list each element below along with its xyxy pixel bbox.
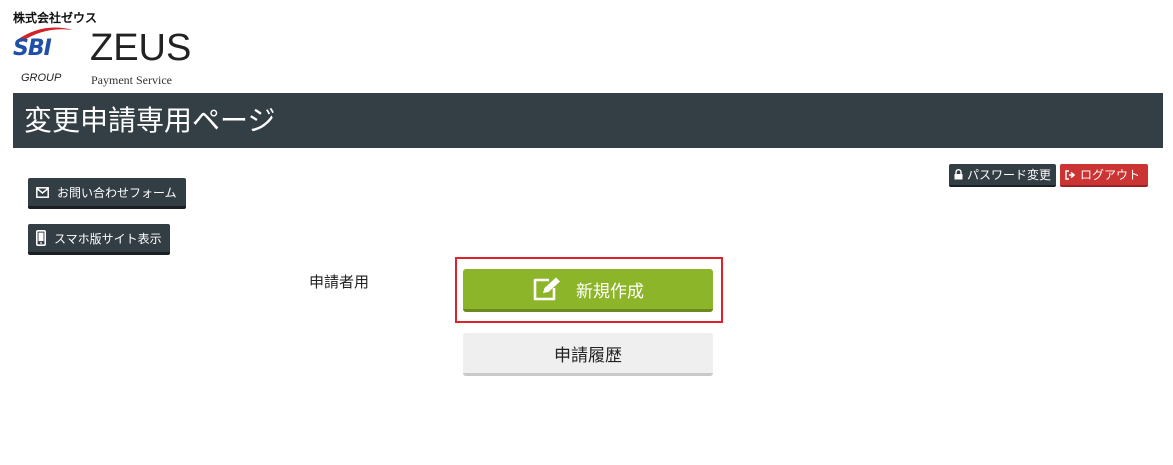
logout-button[interactable]: ログアウト <box>1060 164 1148 187</box>
sign-out-icon <box>1065 169 1076 180</box>
logout-label: ログアウト <box>1080 168 1141 182</box>
change-password-label: パスワード変更 <box>967 168 1052 182</box>
application-history-label: 申請履歴 <box>554 345 622 365</box>
contact-form-label: お問い合わせフォーム <box>57 185 177 200</box>
contact-form-button[interactable]: お問い合わせフォーム <box>28 178 186 209</box>
logo-sbi: SBI <box>13 36 52 61</box>
mobile-site-button[interactable]: スマホ版サイト表示 <box>28 224 170 255</box>
envelope-icon <box>36 186 49 198</box>
applicant-label: 申請者用 <box>309 273 370 291</box>
smartphone-icon <box>36 230 46 246</box>
page-title: 変更申請専用ページ <box>13 93 1163 148</box>
logo-group: GROUP <box>21 72 62 84</box>
lock-icon <box>954 169 963 180</box>
change-password-button[interactable]: パスワード変更 <box>949 164 1056 187</box>
logo: SBI GROUP ZEUS Payment Service <box>13 27 193 90</box>
new-application-label: 新規作成 <box>576 281 644 301</box>
new-application-button[interactable]: 新規作成 <box>463 269 713 312</box>
mobile-site-label: スマホ版サイト表示 <box>54 231 162 246</box>
application-history-button[interactable]: 申請履歴 <box>463 333 713 376</box>
logo-zeus: ZEUS <box>90 27 192 69</box>
edit-icon <box>532 276 562 302</box>
logo-payment-service: Payment Service <box>91 73 172 87</box>
